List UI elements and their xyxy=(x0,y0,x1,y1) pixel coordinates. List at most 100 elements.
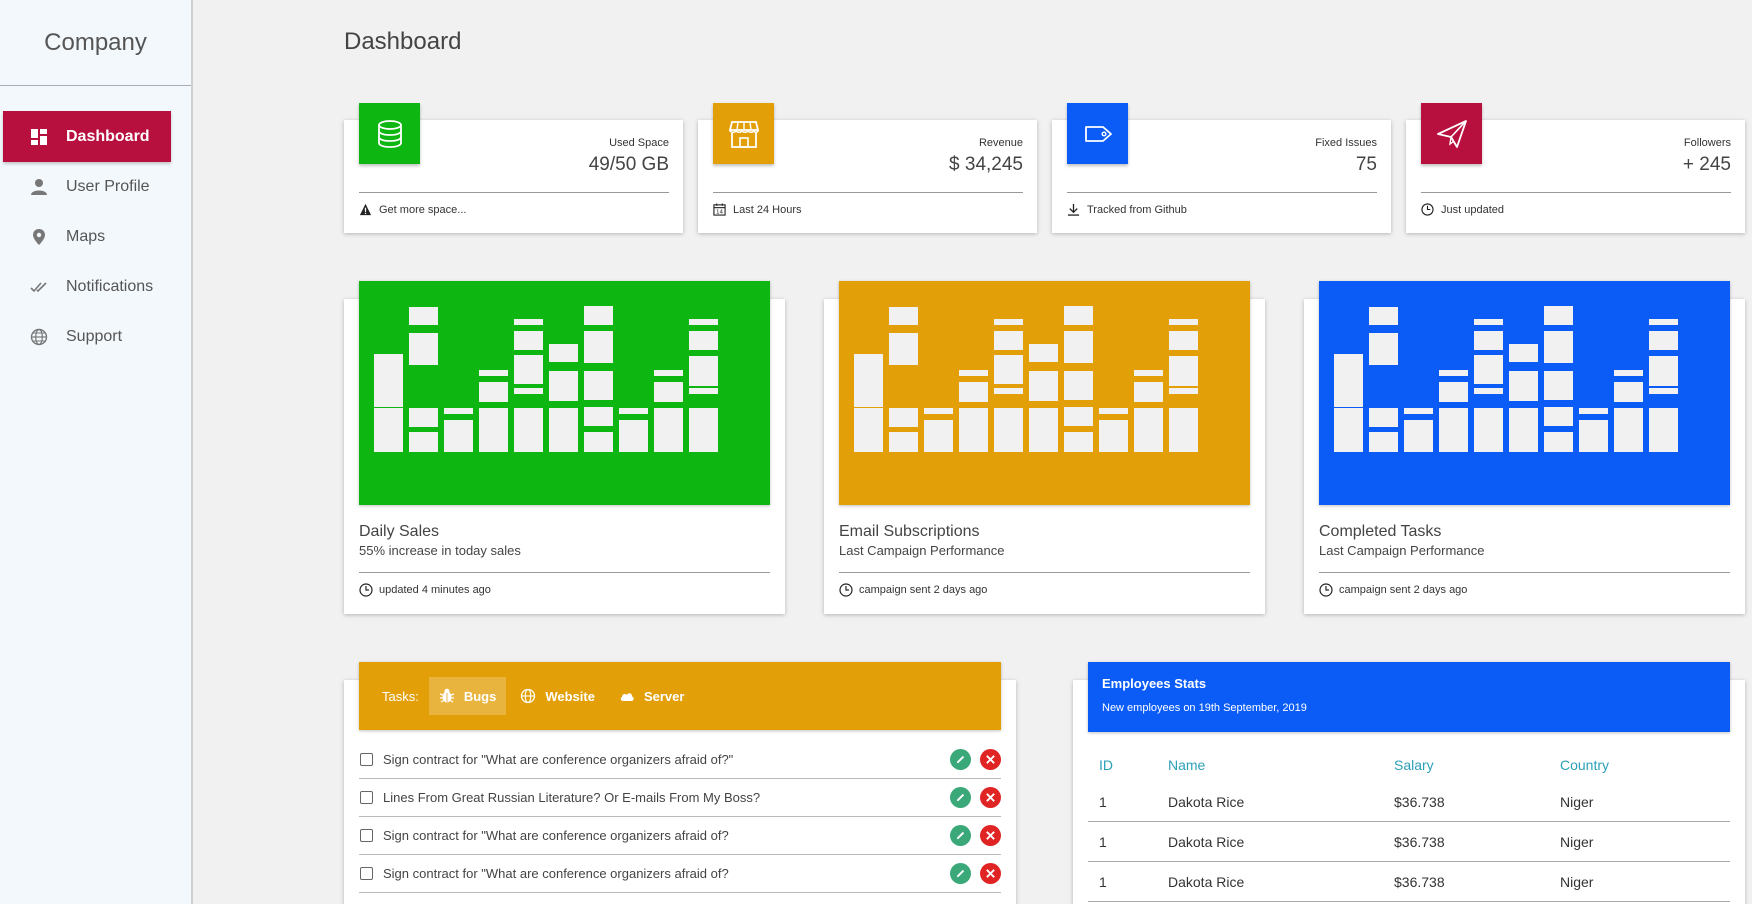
chart-placeholder-image xyxy=(359,281,770,505)
placeholder-block xyxy=(444,408,473,414)
brand-logo[interactable]: Company xyxy=(0,0,191,86)
delete-button[interactable] xyxy=(980,749,1001,770)
chart-card-completed-tasks: Completed Tasks Last Campaign Performanc… xyxy=(1304,281,1745,614)
cell-name: Dakota Rice xyxy=(1168,793,1245,810)
tab-server[interactable]: Server xyxy=(609,677,694,715)
stat-footer: Tracked from Github xyxy=(1067,203,1187,216)
cell-id: 1 xyxy=(1099,833,1107,850)
sidebar-item-user-profile[interactable]: User Profile xyxy=(3,162,171,212)
pencil-icon xyxy=(956,755,965,764)
placeholder-block xyxy=(994,331,1023,350)
placeholder-block xyxy=(889,408,918,427)
chart-footer-text: campaign sent 2 days ago xyxy=(1339,584,1468,596)
stat-footer: Just updated xyxy=(1421,203,1504,216)
delete-button[interactable] xyxy=(980,825,1001,846)
placeholder-block xyxy=(1474,355,1503,384)
stat-footer-text: Last 24 Hours xyxy=(733,203,802,216)
edit-button[interactable] xyxy=(950,749,971,770)
task-checkbox[interactable] xyxy=(360,829,373,842)
tab-website[interactable]: Website xyxy=(510,677,605,715)
placeholder-block xyxy=(689,356,718,386)
tab-label: Server xyxy=(643,688,685,704)
sidebar-item-label: Support xyxy=(66,328,123,345)
database-icon xyxy=(359,103,420,164)
task-row: Sign contract for "What are conference o… xyxy=(359,741,1001,779)
divider xyxy=(839,572,1250,573)
pencil-icon xyxy=(956,831,965,840)
person-icon xyxy=(30,178,48,196)
chart-placeholder-image xyxy=(1319,281,1730,505)
placeholder-block xyxy=(1134,382,1163,402)
store-icon xyxy=(713,103,774,164)
divider xyxy=(713,192,1023,193)
column-header-country: Country xyxy=(1560,757,1610,773)
stat-footer: Get more space... xyxy=(359,203,466,216)
stat-card-used-space: Used Space 49/50 GB Get more space... xyxy=(344,103,683,233)
placeholder-block xyxy=(1169,408,1198,452)
task-checkbox[interactable] xyxy=(360,753,373,766)
tag-icon xyxy=(1067,103,1128,164)
placeholder-block xyxy=(409,432,438,452)
placeholder-block xyxy=(1369,333,1398,365)
calendar-icon: 14 xyxy=(713,203,726,216)
placeholder-block xyxy=(514,355,543,384)
table-row: 1 Dakota Rice $36.738 Niger xyxy=(1088,822,1730,862)
placeholder-block xyxy=(584,371,613,400)
divider xyxy=(1421,192,1731,193)
chart-footer: campaign sent 2 days ago xyxy=(1319,583,1467,597)
tasks-label: Tasks: xyxy=(382,688,419,704)
chart-footer: campaign sent 2 days ago xyxy=(839,583,987,597)
employees-subtitle: New employees on 19th September, 2019 xyxy=(1102,702,1307,714)
placeholder-block xyxy=(1064,432,1093,452)
placeholder-block xyxy=(689,408,718,452)
map-pin-icon xyxy=(30,228,48,246)
chart-title: Completed Tasks xyxy=(1319,523,1442,540)
chart-card-email-subscriptions: Email Subscriptions Last Campaign Perfor… xyxy=(824,281,1265,614)
stat-card-fixed-issues: Fixed Issues 75 Tracked from Github xyxy=(1052,103,1391,233)
sidebar-item-support[interactable]: Support xyxy=(3,312,171,362)
cloud-icon xyxy=(620,693,634,701)
task-row: Sign contract for "What are conference o… xyxy=(359,817,1001,855)
placeholder-block xyxy=(1614,370,1643,376)
clock-icon xyxy=(1319,583,1333,597)
task-text: Sign contract for "What are conference o… xyxy=(383,752,734,767)
delete-button[interactable] xyxy=(980,863,1001,884)
placeholder-block xyxy=(1404,420,1433,452)
stat-footer-text[interactable]: Get more space... xyxy=(379,204,466,216)
cell-salary: $36.738 xyxy=(1394,873,1445,890)
cell-country: Niger xyxy=(1560,833,1594,850)
cell-name: Dakota Rice xyxy=(1168,833,1245,850)
placeholder-block xyxy=(1439,408,1468,452)
placeholder-block xyxy=(1334,408,1363,452)
chart-placeholder-image xyxy=(839,281,1250,505)
placeholder-block xyxy=(924,408,953,414)
edit-button[interactable] xyxy=(950,863,971,884)
edit-button[interactable] xyxy=(950,825,971,846)
placeholder-block xyxy=(1064,371,1093,400)
placeholder-block xyxy=(1134,370,1163,376)
placeholder-block xyxy=(689,319,718,325)
placeholder-block xyxy=(889,432,918,452)
placeholder-block xyxy=(1064,407,1093,426)
task-checkbox[interactable] xyxy=(360,791,373,804)
double-check-icon xyxy=(30,278,48,296)
page-title: Dashboard xyxy=(344,28,462,55)
placeholder-block xyxy=(1474,319,1503,325)
delete-button[interactable] xyxy=(980,787,1001,808)
stat-value: + 245 xyxy=(1682,154,1731,175)
placeholder-block xyxy=(1544,306,1573,325)
placeholder-block xyxy=(1474,331,1503,350)
stat-value: $ 34,245 xyxy=(949,154,1023,175)
placeholder-block xyxy=(1404,408,1433,414)
sidebar-item-maps[interactable]: Maps xyxy=(3,212,171,262)
column-header-id: ID xyxy=(1099,757,1113,773)
sidebar-item-notifications[interactable]: Notifications xyxy=(3,262,171,312)
placeholder-block xyxy=(479,382,508,402)
sidebar-item-label: User Profile xyxy=(66,178,150,195)
sidebar-item-dashboard[interactable]: Dashboard xyxy=(3,111,171,162)
tab-bugs[interactable]: Bugs xyxy=(428,677,507,715)
edit-button[interactable] xyxy=(950,787,971,808)
task-checkbox[interactable] xyxy=(360,867,373,880)
task-text: Sign contract for "What are conference o… xyxy=(383,828,729,843)
placeholder-block xyxy=(549,408,578,452)
